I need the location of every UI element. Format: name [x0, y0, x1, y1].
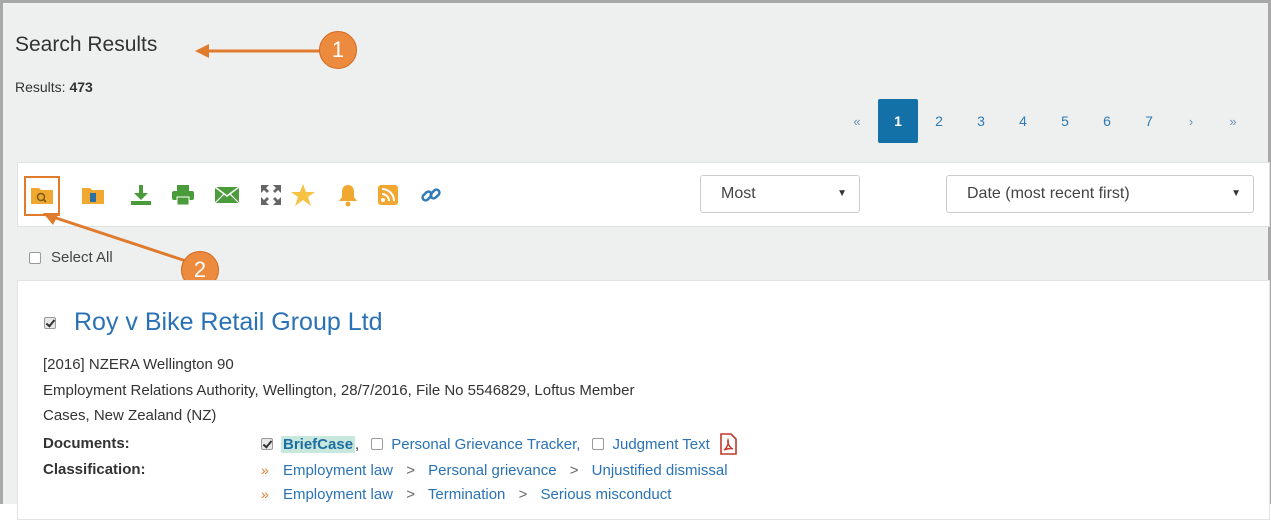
pagination: « 1 2 3 4 5 6 7 › »	[836, 99, 1254, 143]
chevron-down-icon: ▼	[1231, 188, 1241, 199]
sort-select-value: Date (most recent first)	[967, 185, 1130, 202]
separator: >	[406, 462, 415, 479]
case-meta-line-1: Employment Relations Authority, Wellingt…	[43, 382, 635, 399]
page-3-link[interactable]: 3	[960, 113, 1002, 129]
email-icon[interactable]	[212, 180, 242, 210]
bullet-icon: »	[261, 486, 269, 502]
grievance-tracker-checkbox[interactable]	[371, 438, 384, 450]
last-page-link[interactable]: »	[1212, 114, 1254, 129]
page-6-link[interactable]: 6	[1086, 113, 1128, 129]
bullet-icon: »	[261, 462, 269, 478]
separator: >	[406, 486, 415, 503]
case-meta-line-2: Cases, New Zealand (NZ)	[43, 407, 217, 424]
class-link[interactable]: Unjustified dismissal	[592, 462, 728, 479]
classification-label: Classification:	[43, 461, 146, 478]
print-icon[interactable]	[168, 180, 198, 210]
results-toolbar: Most ▼ Date (most recent first) ▼	[17, 162, 1270, 227]
briefcase-comma: ,	[355, 435, 360, 453]
class-link[interactable]: Employment law	[283, 486, 393, 503]
class-link[interactable]: Termination	[428, 486, 506, 503]
annotation-badge-1: 1	[319, 31, 357, 69]
page-5-link[interactable]: 5	[1044, 113, 1086, 129]
class-link[interactable]: Employment law	[283, 462, 393, 479]
case-title-link[interactable]: Roy v Bike Retail Group Ltd	[74, 308, 382, 337]
case-citation: [2016] NZERA Wellington 90	[43, 356, 234, 373]
documents-list: BriefCase, Personal Grievance Tracker, J…	[261, 433, 738, 455]
expand-icon[interactable]	[256, 180, 286, 210]
results-count: Results: 473	[15, 79, 93, 95]
class-link[interactable]: Personal grievance	[428, 462, 556, 479]
download-icon[interactable]	[126, 180, 156, 210]
judgment-text-checkbox[interactable]	[592, 438, 605, 450]
star-icon[interactable]	[288, 180, 318, 210]
select-all-checkbox[interactable]	[29, 251, 41, 264]
classification-row-2: » Employment law > Termination > Serious…	[261, 486, 671, 503]
results-label: Results:	[15, 79, 66, 95]
bell-icon[interactable]	[333, 180, 363, 210]
rss-icon[interactable]	[373, 180, 403, 210]
search-results-page: Search Results Results: 473 « 1 2 3 4 5 …	[0, 0, 1271, 520]
grievance-tracker-link[interactable]: Personal Grievance Tracker,	[391, 436, 580, 453]
classification-row-1: » Employment law > Personal grievance > …	[261, 462, 728, 479]
result-card: Roy v Bike Retail Group Ltd [2016] NZERA…	[17, 280, 1270, 520]
search-folder-icon[interactable]	[27, 180, 57, 210]
case-title-row: Roy v Bike Retail Group Ltd	[44, 308, 382, 337]
chevron-down-icon: ▼	[837, 188, 847, 199]
sort-select[interactable]: Date (most recent first) ▼	[946, 175, 1254, 213]
show-select[interactable]: Most ▼	[700, 175, 860, 213]
separator: >	[518, 486, 528, 503]
case-checkbox[interactable]	[44, 316, 56, 329]
link-icon[interactable]	[416, 180, 446, 210]
briefcase-link[interactable]: BriefCase	[281, 435, 356, 453]
folder-icon[interactable]	[78, 180, 108, 210]
first-page-link[interactable]: «	[836, 114, 878, 129]
select-all[interactable]: Select All	[29, 249, 113, 266]
pdf-icon[interactable]	[718, 433, 738, 455]
class-link[interactable]: Serious misconduct	[541, 486, 672, 503]
documents-label: Documents:	[43, 435, 130, 452]
results-number: 473	[69, 79, 93, 95]
page-title: Search Results	[15, 33, 158, 56]
page-1-link[interactable]: 1	[878, 99, 918, 143]
judgment-text-link[interactable]: Judgment Text	[612, 436, 709, 453]
page-7-link[interactable]: 7	[1128, 113, 1170, 129]
select-all-label: Select All	[51, 249, 113, 266]
annotation-arrow-1	[195, 44, 321, 58]
next-page-link[interactable]: ›	[1170, 114, 1212, 129]
page-4-link[interactable]: 4	[1002, 113, 1044, 129]
page-2-link[interactable]: 2	[918, 113, 960, 129]
show-select-value: Most	[721, 185, 756, 202]
separator: >	[569, 462, 579, 479]
briefcase-checkbox[interactable]	[261, 438, 273, 450]
